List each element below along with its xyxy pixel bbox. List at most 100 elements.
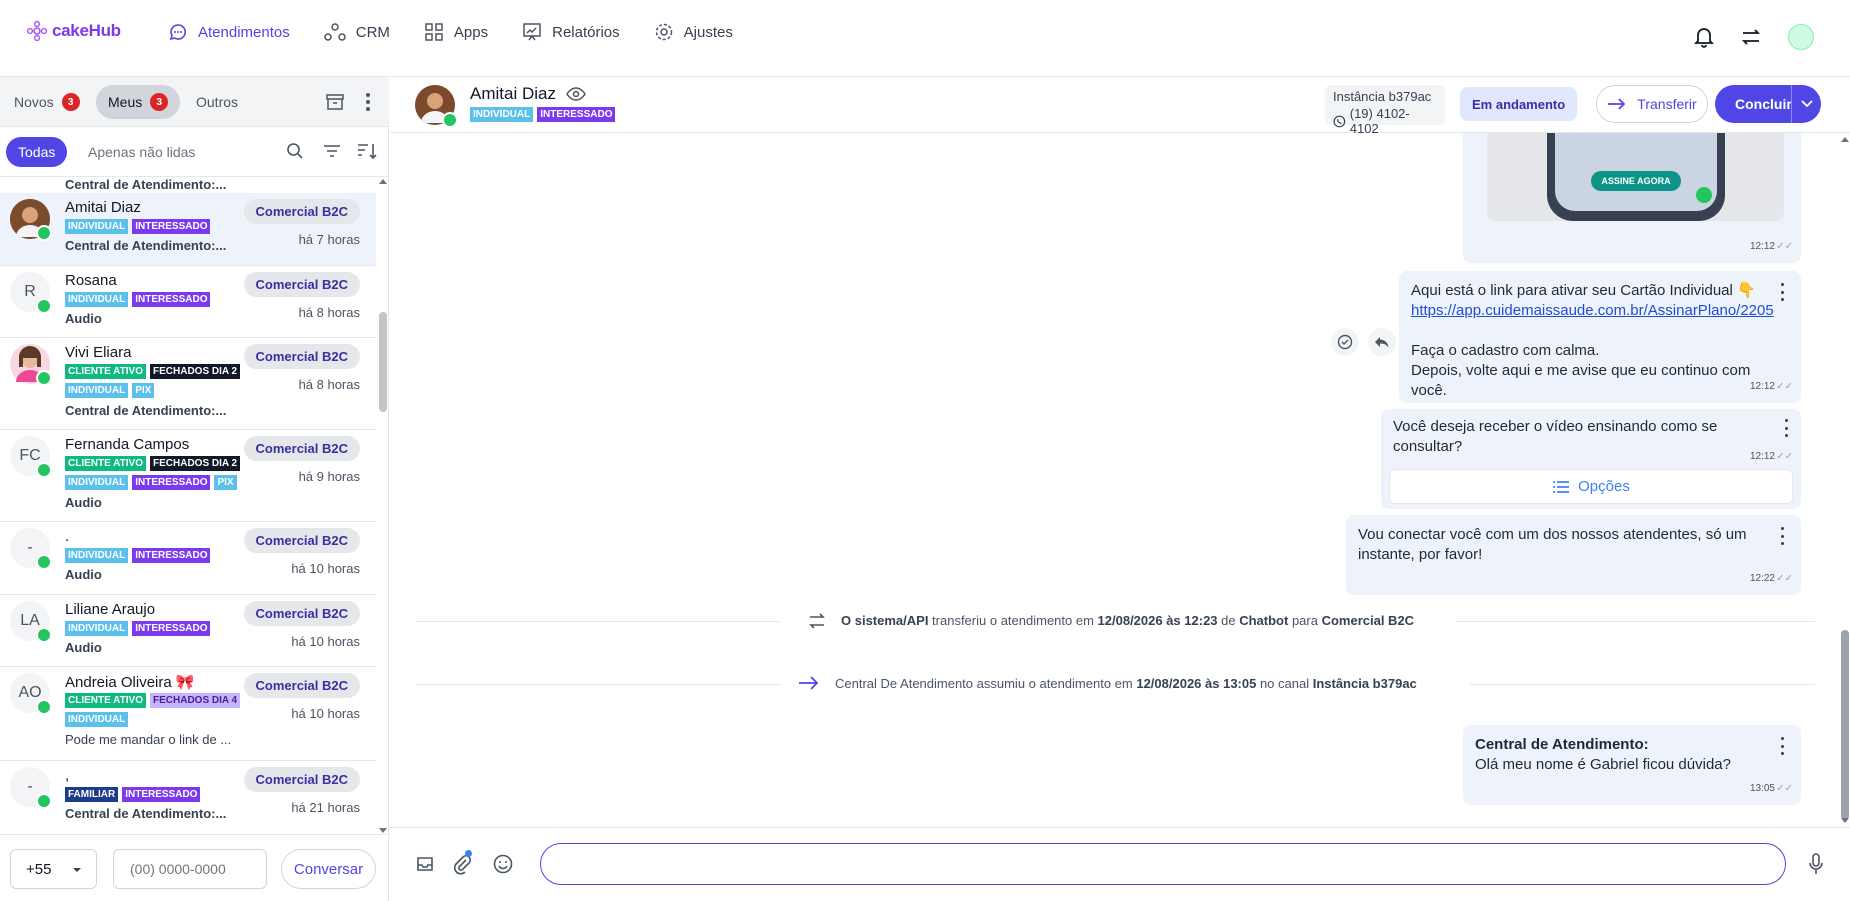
tag: INDIVIDUAL xyxy=(65,292,129,307)
conversation-list: Central de Atendimento:... Amitai Diaz I… xyxy=(0,177,376,833)
nav-label: Atendimentos xyxy=(198,23,290,41)
scroll-up-icon[interactable] xyxy=(378,177,388,185)
system-event-transfer: O sistema/API transferiu o atendimento e… xyxy=(415,606,1815,636)
filter-all[interactable]: Todas xyxy=(6,137,68,167)
emoji-button[interactable] xyxy=(493,854,513,874)
whatsapp-icon xyxy=(36,370,52,386)
country-code-value: +55 xyxy=(26,860,52,878)
contact-name: Rosana xyxy=(65,272,117,289)
arrow-right-icon xyxy=(1608,98,1626,110)
bell-icon[interactable] xyxy=(1694,26,1714,48)
nav-ajustes[interactable]: Ajustes xyxy=(654,22,733,42)
nav-relatorios[interactable]: Relatórios xyxy=(522,22,620,42)
tag: INTERESSADO xyxy=(132,292,211,307)
archive-icon[interactable] xyxy=(325,92,345,112)
quick-replies-button[interactable] xyxy=(415,855,435,873)
message-list-scrollbar[interactable] xyxy=(1840,133,1850,827)
read-checks-icon: ✓✓ xyxy=(1776,573,1793,584)
more-options-icon[interactable] xyxy=(365,93,371,111)
tab-meus[interactable]: Meus 3 xyxy=(96,85,181,119)
tag: INDIVIDUAL xyxy=(65,383,129,398)
tag-list: INDIVIDUAL INTERESSADO xyxy=(65,548,211,563)
conclude-dropdown[interactable] xyxy=(1791,85,1821,123)
message-link[interactable]: https://app.cuidemaissaude.com.br/Assina… xyxy=(1411,301,1789,321)
ad-image[interactable]: ASSINE AGORA xyxy=(1487,133,1784,221)
mark-done-button[interactable] xyxy=(1331,328,1359,356)
app-logo[interactable]: cakeHub xyxy=(26,20,121,42)
apps-grid-icon xyxy=(425,23,443,41)
tag: INTERESSADO xyxy=(122,787,201,802)
scroll-down-icon[interactable] xyxy=(1840,817,1850,825)
attach-button[interactable] xyxy=(452,850,472,875)
inbox-tray-icon xyxy=(417,857,433,871)
transfer-button[interactable]: Transferir xyxy=(1596,85,1708,123)
last-message-preview: Audio xyxy=(65,311,102,326)
nav-atendimentos[interactable]: Atendimentos xyxy=(168,22,290,42)
message-options-icon[interactable] xyxy=(1775,737,1789,755)
tag-list: FAMILIAR INTERESSADO xyxy=(65,787,201,802)
contact-name: . xyxy=(65,528,70,545)
message-options-icon[interactable] xyxy=(1779,419,1793,437)
whatsapp-icon xyxy=(1696,187,1712,203)
tag: INDIVIDUAL xyxy=(65,712,129,727)
options-button[interactable]: Opções xyxy=(1389,469,1793,504)
nav-label: Apps xyxy=(453,23,489,41)
nav-apps[interactable]: Apps xyxy=(424,22,488,42)
scroll-thumb[interactable] xyxy=(1841,630,1849,820)
conversation-item[interactable]: FC Fernanda Campos CLIENTE ATIVO FECHADO… xyxy=(0,430,376,522)
eye-icon[interactable] xyxy=(566,87,586,101)
switch-arrows-icon[interactable] xyxy=(1740,27,1762,47)
message-options-icon[interactable] xyxy=(1775,283,1789,301)
reply-icon xyxy=(1375,337,1389,348)
check-circle-icon xyxy=(1337,334,1353,350)
message-options-icon[interactable] xyxy=(1775,527,1789,545)
system-event-text: Central De Atendimento assumiu o atendim… xyxy=(835,676,1417,691)
message-time: 13:05 xyxy=(1749,783,1775,794)
conversation-item[interactable]: Amitai Diaz INDIVIDUAL INTERESSADO Centr… xyxy=(0,193,376,266)
search-icon[interactable] xyxy=(286,142,304,160)
start-conversation-button[interactable]: Conversar xyxy=(281,849,376,889)
filter-icon[interactable] xyxy=(322,143,342,159)
whatsapp-icon xyxy=(36,554,52,570)
conversation-item[interactable]: - . INDIVIDUAL INTERESSADO Audio Comerci… xyxy=(0,522,376,595)
last-message-preview: Pode me mandar o link de ... xyxy=(65,732,232,747)
whatsapp-icon xyxy=(36,699,52,715)
whatsapp-icon xyxy=(36,298,52,314)
tag: INDIVIDUAL xyxy=(470,107,534,122)
country-code-select[interactable]: +55 xyxy=(10,849,97,889)
message-sender: Central de Atendimento: xyxy=(1475,736,1649,753)
scroll-up-icon[interactable] xyxy=(1840,135,1850,143)
tag: INDIVIDUAL xyxy=(65,219,129,234)
instance-info: Instância b379ac (19) 4102-4102 xyxy=(1325,85,1445,136)
tab-outros[interactable]: Outros xyxy=(184,85,250,119)
instance-label: Instância b379ac xyxy=(1333,89,1432,104)
account-avatar[interactable] xyxy=(1788,24,1814,50)
conversation-list-scrollbar[interactable] xyxy=(378,177,388,837)
conclude-label: Concluir xyxy=(1735,96,1792,112)
arrow-right-icon xyxy=(799,676,819,690)
conclude-button[interactable]: Concluir xyxy=(1715,85,1821,123)
scroll-thumb[interactable] xyxy=(379,312,387,412)
message-input[interactable] xyxy=(540,843,1786,885)
conversation-item[interactable]: LA Liliane Araujo INDIVIDUAL INTERESSADO… xyxy=(0,595,376,667)
chat-panel: Amitai Diaz INDIVIDUAL INTERESSADO Instâ… xyxy=(390,77,1850,901)
emoji-icon xyxy=(493,854,513,874)
reply-button[interactable] xyxy=(1368,328,1396,356)
phone-input[interactable] xyxy=(113,849,267,889)
conversation-time: há 9 horas xyxy=(298,469,360,484)
conversation-item[interactable]: AO Andreia Oliveira 🎀 CLIENTE ATIVO FECH… xyxy=(0,667,376,761)
conversation-item[interactable]: R Rosana INDIVIDUAL INTERESSADO Audio Co… xyxy=(0,266,376,338)
tag: PIX xyxy=(214,475,237,490)
voice-record-button[interactable] xyxy=(1808,853,1824,875)
sort-icon[interactable] xyxy=(356,142,378,160)
filter-unread[interactable]: Apenas não lidas xyxy=(88,144,195,160)
conversation-item[interactable]: Vivi Eliara CLIENTE ATIVO FECHADOS DIA 2… xyxy=(0,338,376,430)
tag: INTERESSADO xyxy=(132,548,211,563)
message-list: ASSINE AGORA 12:12 ✓✓ Aqui está o link p… xyxy=(390,133,1840,827)
agent-message: Central de Atendimento: Olá meu nome é G… xyxy=(1463,725,1801,805)
transfer-arrows-icon xyxy=(809,613,825,629)
tab-novos[interactable]: Novos 3 xyxy=(2,85,92,119)
conversation-item[interactable]: - , FAMILIAR INTERESSADO Central de Aten… xyxy=(0,761,376,833)
nav-crm[interactable]: CRM xyxy=(323,22,390,42)
last-message-preview: Central de Atendimento:... xyxy=(65,403,227,418)
